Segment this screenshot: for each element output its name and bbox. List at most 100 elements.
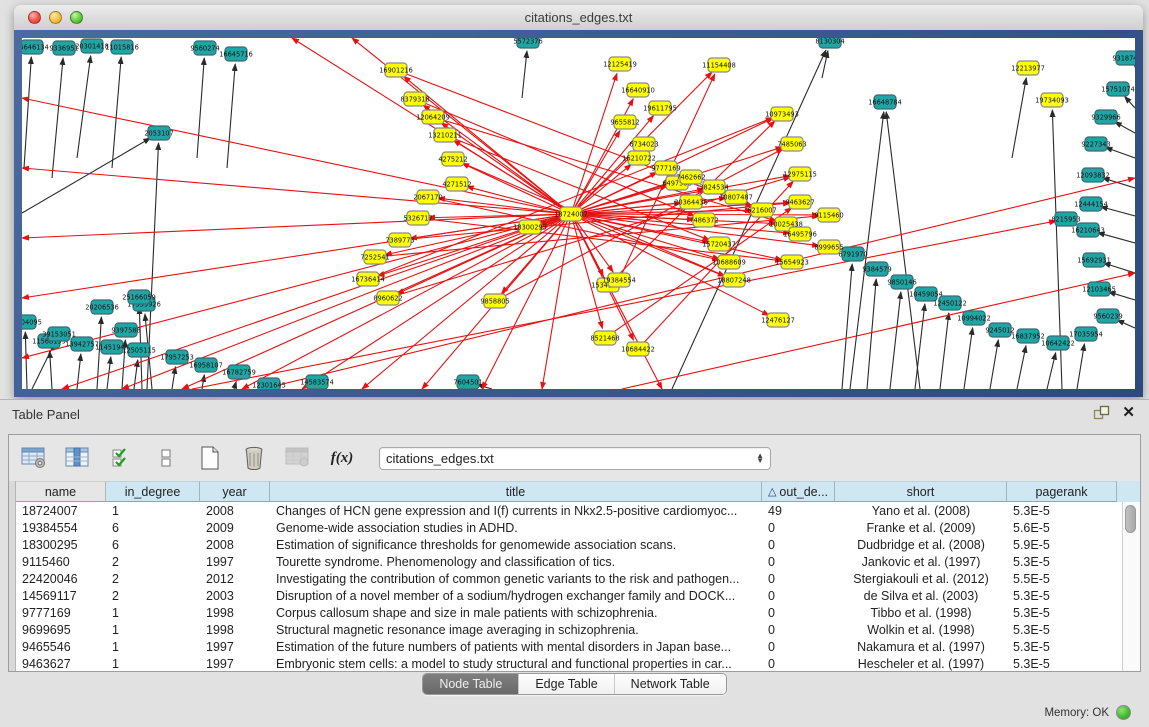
graph-node[interactable]: 7252541 [360, 250, 389, 264]
column-header-year[interactable]: year [200, 481, 270, 502]
graph-node[interactable]: 9115460 [814, 208, 843, 222]
delete-table-button[interactable] [283, 443, 313, 473]
table-cell[interactable]: 0 [762, 555, 835, 569]
table-cell[interactable]: 1 [106, 606, 200, 620]
graph-node[interactable]: 15654923 [775, 255, 809, 269]
graph-node[interactable]: 9560274 [190, 41, 219, 55]
graph-node[interactable]: 9329966 [1091, 110, 1120, 124]
graph-node[interactable]: 9463627 [785, 195, 814, 209]
graph-edge[interactable] [842, 264, 852, 389]
graph-node[interactable]: 10688609 [712, 255, 746, 269]
table-row[interactable]: 911546021997Tourette syndrome. Phenomeno… [9, 553, 1122, 570]
graph-edge[interactable] [433, 117, 776, 221]
graph-node[interactable]: 9227343 [1081, 137, 1110, 151]
tab-edge-table[interactable]: Edge Table [519, 674, 614, 694]
table-cell[interactable]: Tourette syndrome. Phenomenology and cla… [270, 555, 762, 569]
close-window-button[interactable] [28, 11, 41, 24]
graph-edge[interactable] [22, 214, 571, 358]
graph-edge[interactable] [25, 332, 27, 389]
graph-node[interactable]: 11015816 [105, 40, 139, 54]
graph-edge[interactable] [1125, 96, 1135, 108]
graph-edge[interactable] [227, 64, 235, 168]
table-cell[interactable]: 0 [762, 572, 835, 586]
tab-network-table[interactable]: Network Table [615, 674, 726, 694]
column-header-short[interactable]: short [835, 481, 1007, 502]
graph-edge[interactable] [1105, 147, 1135, 158]
graph-node[interactable]: 11154408 [702, 58, 736, 72]
graph-node[interactable]: 4271512 [442, 177, 471, 191]
table-row[interactable]: 1830029562008Estimation of significance … [9, 536, 1122, 553]
table-row[interactable]: 969969511998Structural magnetic resonanc… [9, 621, 1122, 638]
table-cell[interactable]: 49 [762, 504, 835, 518]
graph-node[interactable]: 8379318 [400, 92, 429, 106]
table-cell[interactable]: 0 [762, 589, 835, 603]
graph-edge[interactable] [890, 292, 901, 389]
table-cell[interactable]: Hescheler et al. (1997) [835, 657, 1007, 671]
table-cell[interactable]: 1 [106, 504, 200, 518]
table-cell[interactable]: 0 [762, 623, 835, 637]
graph-node[interactable]: 2067170 [413, 190, 442, 204]
table-row[interactable]: 946362711997Embryonic stem cells: a mode… [9, 655, 1122, 671]
table-cell[interactable]: 2008 [200, 504, 270, 518]
graph-edge[interactable] [50, 351, 52, 389]
graph-node[interactable]: 16645716 [219, 47, 253, 61]
table-cell[interactable]: 5.3E-5 [1007, 555, 1117, 569]
graph-edge[interactable] [571, 214, 662, 389]
table-cell[interactable]: 0 [762, 538, 835, 552]
table-cell[interactable]: 5.3E-5 [1007, 606, 1117, 620]
graph-edge[interactable] [1017, 346, 1026, 389]
graph-node[interactable]: 9384579 [862, 262, 891, 276]
table-cell[interactable]: 1 [106, 623, 200, 637]
table-cell[interactable]: 5.3E-5 [1007, 657, 1117, 671]
graph-edge[interactable] [97, 317, 101, 389]
graph-node[interactable]: 9850146 [887, 275, 916, 289]
graph-edge[interactable] [822, 51, 828, 78]
graph-node[interactable]: 2053107 [144, 126, 173, 140]
graph-node[interactable]: 20206536 [85, 300, 119, 314]
table-cell[interactable]: de Silva et al. (2003) [835, 589, 1007, 603]
table-row[interactable]: 977716911998Corpus callosum shape and si… [9, 604, 1122, 621]
graph-node[interactable]: 16640910 [621, 83, 655, 97]
column-header-in_degree[interactable]: in_degree [106, 481, 200, 502]
graph-edge[interactable] [77, 56, 91, 158]
table-cell[interactable]: 5.3E-5 [1007, 589, 1117, 603]
column-header-name[interactable]: name [16, 481, 106, 502]
table-cell[interactable]: Stergiakouli et al. (2012) [835, 572, 1007, 586]
table-cell[interactable]: Nakamura et al. (1997) [835, 640, 1007, 654]
graph-edge[interactable] [112, 57, 121, 168]
table-row[interactable]: 1872400712008Changes of HCN gene express… [9, 502, 1122, 519]
graph-edge[interactable] [867, 279, 876, 389]
graph-edge[interactable] [302, 214, 571, 389]
table-cell[interactable]: Wolkin et al. (1998) [835, 623, 1007, 637]
table-cell[interactable]: Genome-wide association studies in ADHD. [270, 521, 762, 535]
graph-node[interactable]: 9777169 [651, 161, 680, 175]
table-cell[interactable]: 0 [762, 657, 835, 671]
graph-node[interactable]: 16837952 [1011, 329, 1045, 343]
table-cell[interactable]: 0 [762, 521, 835, 535]
graph-node[interactable]: 10994022 [957, 311, 991, 325]
table-vertical-scrollbar[interactable] [1122, 502, 1140, 671]
table-cell[interactable]: Yano et al. (2008) [835, 504, 1007, 518]
graph-node[interactable]: 12444154 [1074, 197, 1108, 211]
table-cell[interactable]: 0 [762, 606, 835, 620]
graph-node[interactable]: 6216007 [747, 203, 776, 217]
table-row[interactable]: 2242004622012Investigating the contribut… [9, 570, 1122, 587]
table-cell[interactable]: Corpus callosum shape and size in male p… [270, 606, 762, 620]
graph-edge[interactable] [172, 367, 175, 389]
graph-node[interactable]: 20301418 [75, 39, 109, 53]
graph-node[interactable]: 12125419 [603, 57, 637, 71]
table-cell[interactable]: 1997 [200, 640, 270, 654]
table-cell[interactable]: 0 [762, 640, 835, 654]
table-cell[interactable]: Structural magnetic resonance image aver… [270, 623, 762, 637]
graph-edge[interactable] [1115, 122, 1135, 133]
table-cell[interactable]: 14569117 [16, 589, 106, 603]
graph-node[interactable]: 7389773 [385, 233, 414, 247]
clear-selection-button[interactable] [151, 443, 181, 473]
graph-node[interactable]: 9560239 [1093, 309, 1122, 323]
table-cell[interactable]: Estimation of the future numbers of pati… [270, 640, 762, 654]
table-cell[interactable]: 5.5E-5 [1007, 572, 1117, 586]
graph-node[interactable]: 8521468 [590, 331, 619, 345]
graph-edge[interactable] [1047, 353, 1056, 389]
table-cell[interactable]: 1 [106, 657, 200, 671]
graph-node[interactable]: 19404095 [22, 315, 42, 329]
